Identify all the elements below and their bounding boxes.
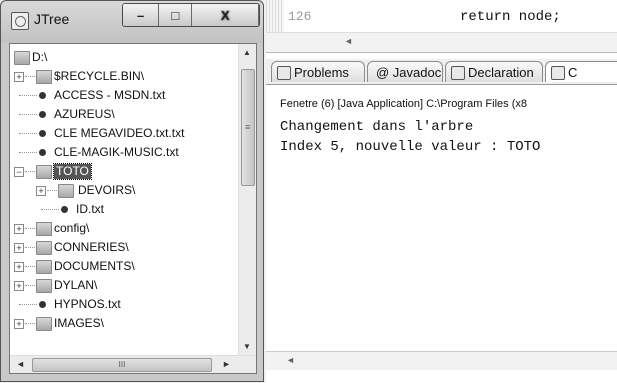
scroll-right-arrow-icon[interactable]: ► <box>222 359 231 369</box>
tab-javadoc[interactable]: @ Javadoc <box>367 61 443 82</box>
tree-node-label: DOCUMENTS\ <box>54 259 135 273</box>
file-icon <box>39 111 46 118</box>
jtree-window: JTree – □ X D:\ + $RECYCLE.BIN\ ACCESS -… <box>0 0 264 382</box>
maximize-button[interactable]: □ <box>159 4 193 26</box>
window-controls: – □ X <box>122 3 260 27</box>
tree-panel: D:\ + $RECYCLE.BIN\ ACCESS - MSDN.txt AZ… <box>9 43 257 374</box>
folder-icon <box>36 222 52 236</box>
scroll-left-arrow-icon[interactable]: ◄ <box>286 355 295 365</box>
minimize-button[interactable]: – <box>123 4 160 26</box>
expand-icon[interactable]: + <box>14 281 24 291</box>
tree-node-devoirs[interactable]: + DEVOIRS\ <box>10 181 230 200</box>
tree-node-cle-megavideo[interactable]: CLE MEGAVIDEO.txt.txt <box>10 124 236 143</box>
expand-icon[interactable]: + <box>14 319 24 329</box>
editor-ruler <box>266 0 284 32</box>
file-icon <box>39 130 46 137</box>
folder-icon <box>36 260 52 274</box>
tree-node-label: HYPNOS.txt <box>54 297 121 311</box>
tree-node-label: CONNERIES\ <box>54 240 129 254</box>
console-header: Fenetre (6) [Java Application] C:\Progra… <box>280 98 527 110</box>
views-panel: Problems @ Javadoc Declaration C Fenetre… <box>266 52 617 383</box>
tree-node-root[interactable]: D:\ <box>10 48 210 67</box>
file-icon <box>39 301 46 308</box>
file-icon <box>39 92 46 99</box>
tree-node-hypnos[interactable]: HYPNOS.txt <box>10 295 230 314</box>
folder-icon <box>36 317 52 331</box>
tree-node-label: config\ <box>54 221 90 235</box>
declaration-icon <box>451 66 465 80</box>
problems-icon <box>277 66 291 80</box>
title-bar[interactable]: JTree – □ X <box>1 1 263 43</box>
console-line: Index 5, nouvelle valeur : TOTO <box>280 139 541 155</box>
line-number: 126 <box>288 9 312 24</box>
tree-horizontal-scrollbar[interactable]: ◄ III ► <box>10 355 256 373</box>
tree-node-label: ACCESS - MSDN.txt <box>54 88 166 102</box>
close-button[interactable]: X <box>192 4 259 26</box>
folder-icon <box>58 184 74 198</box>
tree-node-id-txt[interactable]: ID.txt <box>10 200 230 219</box>
tab-label: @ Javadoc <box>376 65 442 80</box>
tree-node-label: $RECYCLE.BIN\ <box>54 69 145 83</box>
tree-node-label: DYLAN\ <box>54 278 98 292</box>
expand-icon[interactable]: + <box>14 224 24 234</box>
tree-node-label: AZUREUS\ <box>54 107 115 121</box>
tree-node-azureus[interactable]: AZUREUS\ <box>10 105 230 124</box>
tree-node-documents[interactable]: + DOCUMENTS\ <box>10 257 230 276</box>
tree-node-access-msdn[interactable]: ACCESS - MSDN.txt <box>10 86 230 105</box>
console-output[interactable]: Changement dans l'arbre Index 5, nouvell… <box>280 117 540 157</box>
java-app-icon <box>11 12 29 30</box>
window-title: JTree <box>34 11 70 27</box>
tab-label: C <box>568 65 578 80</box>
console-line: Changement dans l'arbre <box>280 119 474 135</box>
tab-problems[interactable]: Problems <box>271 61 365 82</box>
tree-node-label: ID.txt <box>76 202 105 216</box>
code-line[interactable]: return node; <box>460 9 561 25</box>
folder-icon <box>36 70 52 84</box>
tree-node-dylan[interactable]: + DYLAN\ <box>10 276 230 295</box>
scroll-left-arrow-icon[interactable]: ◄ <box>16 359 25 369</box>
file-icon <box>39 149 46 156</box>
expand-icon[interactable]: + <box>14 243 24 253</box>
tree-node-label: D:\ <box>32 50 48 64</box>
folder-icon <box>36 241 52 255</box>
tab-declaration[interactable]: Declaration <box>445 61 543 82</box>
tree-node-label: CLE-MAGIK-MUSIC.txt <box>54 145 179 159</box>
tree-node-label: IMAGES\ <box>54 316 105 330</box>
tree-node-toto[interactable]: − TOTO <box>10 162 230 181</box>
tree-node-label: CLE MEGAVIDEO.txt.txt <box>54 126 185 140</box>
tab-console[interactable]: C <box>545 61 617 82</box>
tab-label: Problems <box>294 65 349 80</box>
folder-icon <box>36 165 52 179</box>
expand-icon[interactable]: + <box>14 72 24 82</box>
scroll-left-arrow-icon[interactable]: ◄ <box>344 36 353 46</box>
grip-icon: ≡ <box>245 122 251 132</box>
collapse-icon[interactable]: − <box>14 167 24 177</box>
view-tab-bar: Problems @ Javadoc Declaration C <box>266 59 617 85</box>
tab-label: Declaration <box>468 65 534 80</box>
code-editor[interactable]: 126 return node; ◄ <box>266 0 617 51</box>
console-icon <box>551 66 565 80</box>
folder-icon <box>14 51 30 65</box>
scroll-up-arrow-icon[interactable]: ▲ <box>243 48 251 57</box>
tree-list: D:\ + $RECYCLE.BIN\ ACCESS - MSDN.txt AZ… <box>10 44 240 357</box>
expand-icon[interactable]: + <box>14 262 24 272</box>
tree-node-cle-magik-music[interactable]: CLE-MAGIK-MUSIC.txt <box>10 143 230 162</box>
file-icon <box>61 206 68 213</box>
folder-icon <box>36 279 52 293</box>
tree-node-label-selected: TOTO <box>53 163 92 180</box>
tree-vertical-scrollbar[interactable]: ▲ ≡ ▼ <box>238 44 256 357</box>
vertical-scroll-thumb[interactable]: ≡ <box>241 69 255 186</box>
scroll-down-arrow-icon[interactable]: ▼ <box>243 342 251 351</box>
tree-node-label: DEVOIRS\ <box>78 183 136 197</box>
tree-node-conneries[interactable]: + CONNERIES\ <box>10 238 230 257</box>
expand-icon[interactable]: + <box>36 186 46 196</box>
console-horizontal-scrollbar[interactable]: ◄ <box>266 351 617 370</box>
tree-node-config[interactable]: + config\ <box>10 219 230 238</box>
horizontal-scroll-thumb[interactable]: III <box>32 358 212 372</box>
editor-horizontal-scrollbar[interactable]: ◄ <box>266 32 617 51</box>
tree-node-images[interactable]: + IMAGES\ <box>10 314 230 333</box>
tree-node-recycle-bin[interactable]: + $RECYCLE.BIN\ <box>10 67 230 86</box>
